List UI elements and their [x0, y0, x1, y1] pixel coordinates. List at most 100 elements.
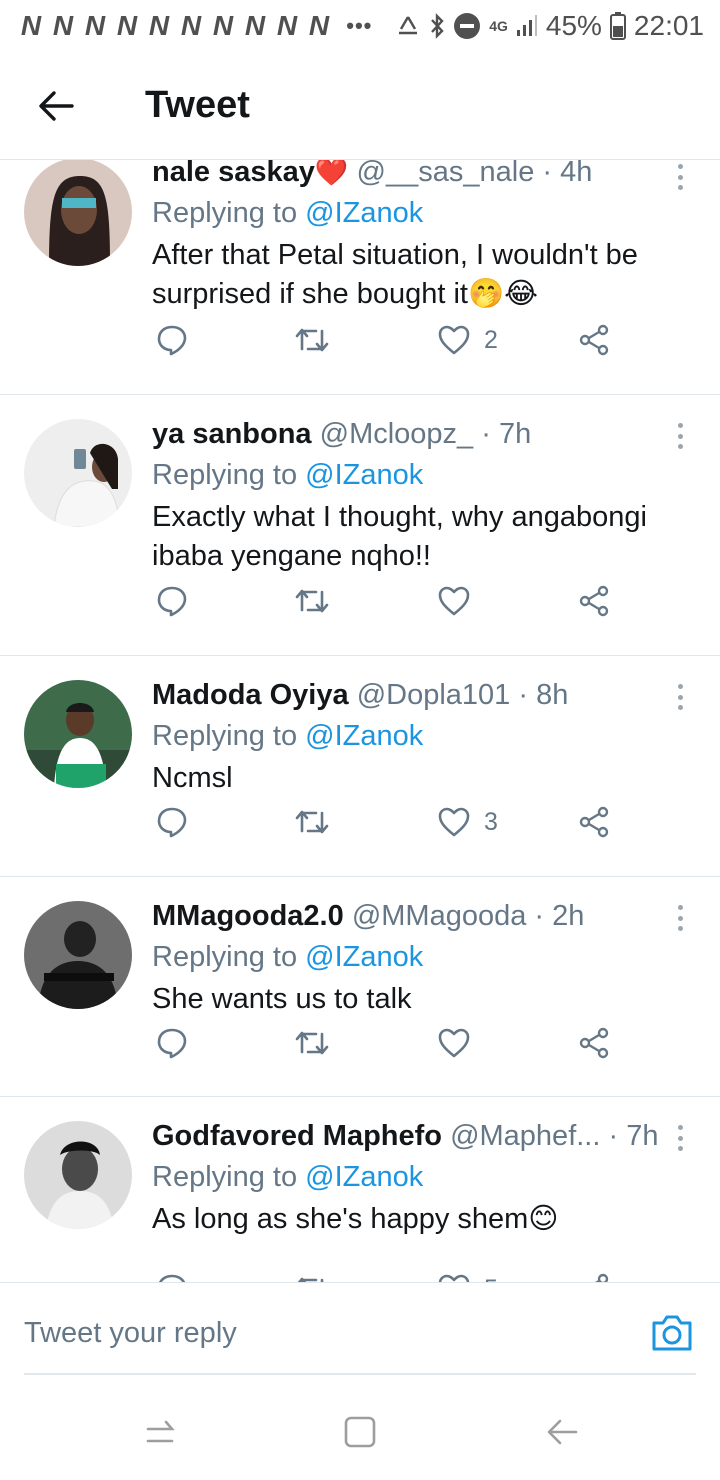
avatar[interactable]	[24, 1121, 132, 1229]
retweet-icon	[295, 1031, 329, 1055]
avatar[interactable]	[24, 901, 132, 1009]
replying-to-handle[interactable]: @IZanok	[305, 720, 423, 752]
heart-emoji: ❤️	[314, 160, 349, 187]
notification-icon: N	[20, 10, 44, 41]
retweet-button[interactable]	[294, 320, 330, 360]
clock: 22:01	[633, 10, 704, 41]
share-button[interactable]	[578, 802, 610, 842]
reply-input[interactable]: Tweet your reply	[24, 1293, 696, 1375]
tweet-text: She wants us to talk	[152, 983, 412, 1015]
reply-composer: Tweet your reply	[0, 1282, 720, 1382]
retweet-icon	[295, 810, 329, 834]
replying-to-handle[interactable]: @IZanok	[305, 941, 423, 973]
reply-button[interactable]	[156, 802, 188, 842]
reply-button[interactable]	[156, 320, 188, 360]
retweet-button[interactable]	[294, 1023, 330, 1063]
recycle-icon	[399, 16, 418, 35]
avatar[interactable]	[24, 680, 132, 788]
tweet-item[interactable]: Madoda Oyiya @Dopla101 · 8h Replying to …	[0, 656, 720, 877]
tweet-item[interactable]: Godfavored Maphefo @Maphef... · 7h Reply…	[0, 1097, 720, 1282]
display-name[interactable]: MMagooda2.0	[152, 900, 344, 932]
tweet-item[interactable]: MMagooda2.0 @MMagooda · 2h Replying to @…	[0, 877, 720, 1097]
replying-to: Replying to @IZanok	[152, 197, 424, 229]
retweet-button[interactable]	[294, 1269, 330, 1282]
nav-back-icon	[547, 1419, 578, 1445]
replying-to: Replying to @IZanok	[152, 459, 424, 491]
display-name[interactable]: Godfavored Maphefo	[152, 1120, 442, 1152]
reply-list[interactable]: nale saskay❤️ @__sas_nale · 4h Replying …	[0, 160, 720, 1282]
avatar[interactable]	[24, 160, 132, 266]
user-handle[interactable]: @MMagooda	[352, 900, 527, 932]
reply-button[interactable]	[156, 581, 188, 621]
replying-to-handle[interactable]: @IZanok	[305, 459, 423, 491]
replying-to-handle[interactable]: @IZanok	[305, 1161, 423, 1193]
tweet-text: Ncmsl	[152, 762, 233, 794]
notification-icon: N	[84, 10, 108, 41]
share-icon	[579, 585, 609, 617]
like-button[interactable]: 5	[438, 1269, 498, 1282]
display-name[interactable]: ya sanbona	[152, 418, 312, 450]
nav-back-button[interactable]	[542, 1412, 582, 1452]
notification-icon: N	[52, 10, 76, 41]
tweet-actions: 3	[152, 802, 632, 842]
reply-button[interactable]	[156, 1269, 188, 1282]
tweet-actions	[152, 1023, 632, 1063]
like-button[interactable]	[438, 1023, 484, 1063]
like-button[interactable]: 3	[438, 802, 498, 842]
status-bar: N N N N N N N N N N ••• 4G 45% 22:01	[0, 0, 720, 52]
like-button[interactable]: 2	[438, 320, 498, 360]
more-options-button[interactable]	[670, 419, 690, 453]
retweet-icon	[295, 589, 329, 613]
like-count: 5	[484, 1275, 498, 1283]
tweet-header: Godfavored Maphefo @Maphef... · 7h	[152, 1119, 680, 1153]
share-button[interactable]	[578, 581, 610, 621]
share-button[interactable]	[578, 1023, 610, 1063]
share-button[interactable]	[578, 1269, 610, 1282]
tweet-body: Madoda Oyiya @Dopla101 · 8h Replying to …	[152, 678, 680, 798]
back-button[interactable]	[0, 52, 112, 160]
display-name[interactable]: Madoda Oyiya	[152, 679, 349, 711]
home-button[interactable]	[340, 1412, 380, 1452]
network-type: 4G	[489, 18, 508, 34]
do-not-disturb-icon	[454, 13, 481, 39]
more-options-button[interactable]	[670, 680, 690, 714]
bluetooth-icon	[431, 13, 444, 39]
tweet-text: After that Petal situation, I wouldn't b…	[152, 239, 638, 310]
signal-icon	[516, 15, 537, 36]
replying-to-handle[interactable]: @IZanok	[305, 197, 423, 229]
retweet-button[interactable]	[294, 802, 330, 842]
camera-button[interactable]	[650, 1313, 694, 1353]
heart-icon	[438, 1028, 470, 1058]
more-options-button[interactable]	[670, 901, 690, 935]
tweet-text: As long as she's happy shem😊	[152, 1203, 559, 1235]
notification-icons: N N N N N N N N N N •••	[16, 10, 372, 42]
timestamp: · 2h	[534, 900, 585, 932]
avatar[interactable]	[24, 419, 132, 527]
share-icon	[595, 1273, 609, 1282]
display-name[interactable]: nale saskay	[152, 160, 315, 188]
tweet-item[interactable]: nale saskay❤️ @__sas_nale · 4h Replying …	[0, 160, 720, 395]
arrow-left-icon	[39, 90, 74, 121]
tweet-header: MMagooda2.0 @MMagooda · 2h	[152, 899, 680, 933]
share-icon	[579, 324, 609, 356]
recents-button[interactable]	[140, 1412, 180, 1452]
reply-button[interactable]	[156, 1023, 188, 1063]
comment-icon	[157, 1028, 187, 1059]
user-handle[interactable]: @Maphef...	[450, 1120, 600, 1152]
home-icon	[344, 1416, 376, 1448]
tweet-body: nale saskay❤️ @__sas_nale · 4h Replying …	[152, 160, 680, 314]
user-handle[interactable]: @Dopla101	[357, 679, 511, 711]
notification-icon: N	[244, 10, 268, 41]
share-button[interactable]	[578, 320, 610, 360]
more-options-button[interactable]	[670, 1121, 690, 1155]
heart-icon	[438, 325, 470, 355]
user-handle[interactable]: @__sas_nale	[357, 160, 535, 188]
user-handle[interactable]: @Mcloopz_	[320, 418, 474, 450]
comment-icon	[157, 586, 187, 617]
share-icon	[579, 806, 609, 838]
retweet-button[interactable]	[294, 581, 330, 621]
like-button[interactable]	[438, 581, 484, 621]
more-options-button[interactable]	[670, 160, 690, 194]
notification-icon: N	[148, 10, 172, 41]
tweet-item[interactable]: ya sanbona @Mcloopz_ · 7h Replying to @I…	[0, 395, 720, 656]
